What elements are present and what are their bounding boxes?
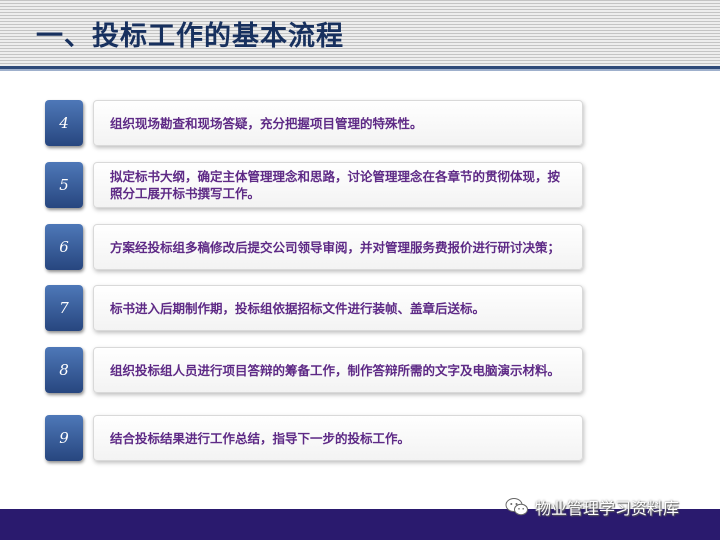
step-item-5: 5 拟定标书大纲，确定主体管理理念和思路，讨论管理理念在各章节的贯彻体现，按照分… [45,162,585,210]
step-text: 组织现场勘查和现场答疑，充分把握项目管理的特殊性。 [110,115,423,131]
step-number-badge: 5 [45,162,83,208]
step-text-box: 结合投标结果进行工作总结，指导下一步的投标工作。 [93,415,583,461]
watermark-text: 物业管理学习资料库 [535,499,680,518]
step-text: 方案经投标组多稿修改后提交公司领导审阅，并对管理服务费报价进行研讨决策； [110,239,561,255]
watermark: 物业管理学习资料库 [505,495,679,519]
step-text-box: 组织现场勘查和现场答疑，充分把握项目管理的特殊性。 [93,100,583,146]
step-text: 拟定标书大纲，确定主体管理理念和思路，讨论管理理念在各章节的贯彻体现，按照分工展… [110,169,561,201]
step-item-6: 6 方案经投标组多稿修改后提交公司领导审阅，并对管理服务费报价进行研讨决策； [45,224,585,272]
page-title: 一、投标工作的基本流程 [36,21,344,52]
step-number-badge: 6 [45,224,83,270]
step-number-badge: 9 [45,415,83,461]
step-text-box: 标书进入后期制作期，投标组依据招标文件进行装帧、盖章后送标。 [93,285,583,331]
step-number-badge: 7 [45,285,83,331]
step-text: 结合投标结果进行工作总结，指导下一步的投标工作。 [110,430,411,446]
step-text-box: 拟定标书大纲，确定主体管理理念和思路，讨论管理理念在各章节的贯彻体现，按照分工展… [93,162,583,208]
step-number-badge: 8 [45,347,83,393]
step-number-badge: 4 [45,100,83,146]
step-text-box: 组织投标组人员进行项目答辩的筹备工作，制作答辩所需的文字及电脑演示材料。 [93,347,583,393]
step-text: 组织投标组人员进行项目答辩的筹备工作，制作答辩所需的文字及电脑演示材料。 [110,362,561,378]
step-item-4: 4 组织现场勘查和现场答疑，充分把握项目管理的特殊性。 [45,100,585,148]
step-text-box: 方案经投标组多稿修改后提交公司领导审阅，并对管理服务费报价进行研讨决策； [93,224,583,270]
header-divider-light [0,69,720,71]
step-item-7: 7 标书进入后期制作期，投标组依据招标文件进行装帧、盖章后送标。 [45,285,585,333]
step-text: 标书进入后期制作期，投标组依据招标文件进行装帧、盖章后送标。 [110,300,486,316]
wechat-icon [505,498,528,516]
step-item-9: 9 结合投标结果进行工作总结，指导下一步的投标工作。 [45,415,585,463]
step-item-8: 8 组织投标组人员进行项目答辩的筹备工作，制作答辩所需的文字及电脑演示材料。 [45,347,585,395]
